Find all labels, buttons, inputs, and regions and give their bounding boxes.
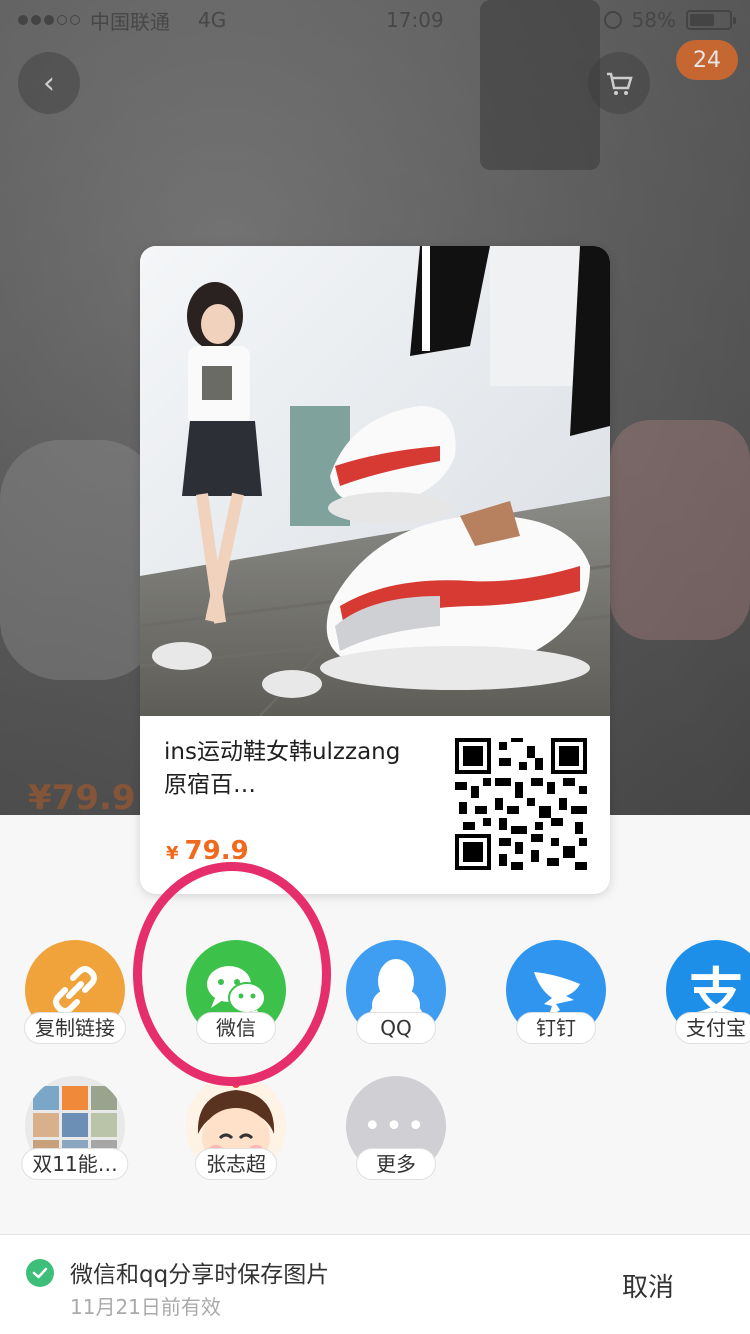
background-price: ¥79.9 — [28, 778, 136, 815]
wechat-icon — [207, 966, 266, 1018]
share-label: 张志超 — [195, 1148, 277, 1180]
share-label: 钉钉 — [516, 1012, 596, 1044]
share-qq[interactable]: QQ — [326, 940, 466, 1044]
battery-icon — [685, 10, 736, 30]
share-contacts-row: 双11能… 张志超 ••• 更多 — [0, 1076, 750, 1196]
share-label: 双11能… — [21, 1148, 129, 1180]
share-contact[interactable]: 张志超 — [166, 1076, 306, 1180]
status-bar: 中国联通 4G 17:09 58% — [0, 0, 750, 40]
save-image-notice: 微信和qq分享时保存图片 — [70, 1262, 330, 1288]
product-photo — [140, 246, 610, 716]
qr-code-icon — [455, 738, 587, 870]
background-photo-shape — [0, 440, 160, 680]
share-dingtalk[interactable]: 钉钉 — [486, 940, 626, 1044]
cart-count-badge: 24 — [676, 40, 738, 80]
share-label: 支付宝 — [675, 1012, 750, 1044]
battery-percent: 58% — [631, 8, 676, 32]
network-type: 4G — [198, 8, 227, 32]
rotation-lock-icon — [603, 11, 622, 29]
share-label: 复制链接 — [24, 1012, 126, 1044]
cart-button[interactable] — [588, 52, 650, 114]
share-label: QQ — [356, 1012, 436, 1044]
valid-until-text: 11月21日前有效 — [70, 1295, 221, 1319]
card-info: ins运动鞋女韩ulzzang原宿百… ¥ 79.9 — [140, 716, 610, 894]
clock: 17:09 — [386, 8, 444, 32]
price-value: 79.9 — [184, 836, 249, 866]
share-channels-row: 复制链接 微信 QQ 钉钉 支 支付宝 — [0, 940, 750, 1060]
carrier-name: 中国联通 — [90, 9, 170, 34]
cart-icon — [607, 72, 633, 95]
link-icon — [53, 966, 97, 1014]
share-wechat[interactable]: 微信 — [166, 940, 306, 1044]
share-label: 微信 — [196, 1012, 276, 1044]
check-icon — [32, 1267, 48, 1279]
sneaker-product-image — [140, 246, 610, 716]
more-dots-icon: ••• — [363, 1108, 429, 1144]
background-photo-shape — [610, 420, 750, 640]
product-title: ins运动鞋女韩ulzzang原宿百… — [164, 739, 401, 798]
product-price: ¥ 79.9 — [166, 836, 249, 866]
currency-symbol: ¥ — [166, 843, 179, 864]
back-button[interactable]: ‹ — [18, 52, 80, 114]
share-poster-card: ins运动鞋女韩ulzzang原宿百… ¥ 79.9 — [140, 246, 610, 894]
share-alipay[interactable]: 支 支付宝 — [646, 940, 750, 1044]
share-label: 更多 — [356, 1148, 436, 1180]
share-more[interactable]: ••• 更多 — [326, 1076, 466, 1180]
cancel-button[interactable]: 取消 — [622, 1267, 674, 1304]
chevron-left-icon: ‹ — [43, 65, 55, 101]
signal-strength-icon — [18, 15, 80, 25]
share-group-chat[interactable]: 双11能… — [5, 1076, 145, 1180]
bottom-bar: 微信和qq分享时保存图片 11月21日前有效 取消 — [0, 1234, 750, 1334]
share-copy-link[interactable]: 复制链接 — [5, 940, 145, 1044]
save-image-checkbox[interactable] — [26, 1259, 54, 1287]
dingtalk-icon — [534, 972, 580, 1018]
